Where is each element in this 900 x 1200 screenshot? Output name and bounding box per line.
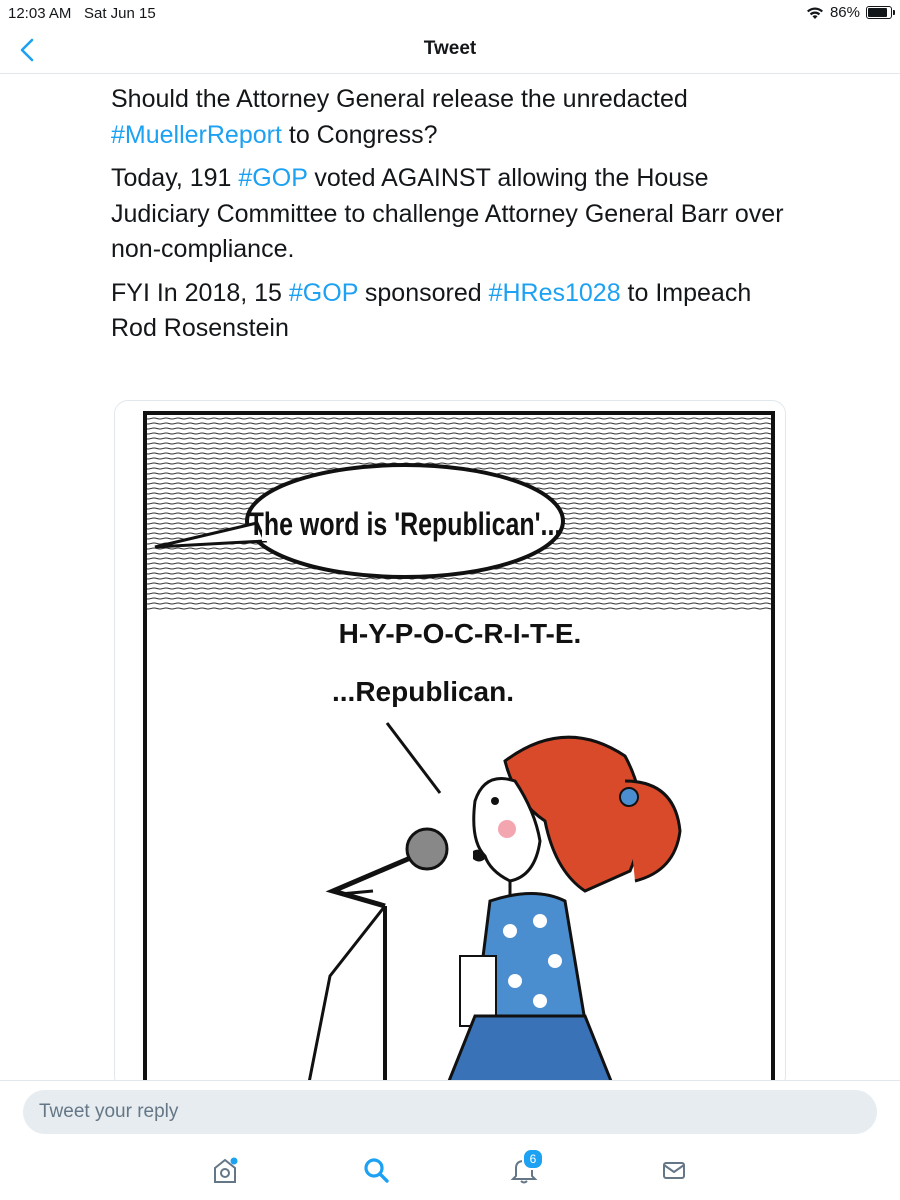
tweet-text-span: FYI In 2018, 15	[111, 278, 289, 307]
hashtag-link[interactable]: #MuellerReport	[111, 121, 282, 149]
reply-placeholder: Tweet your reply	[39, 1101, 179, 1122]
speech-bubble-text: The word is 'Republican'...	[249, 507, 562, 543]
tweet-text-span: Should the Attorney General release the …	[111, 85, 688, 113]
status-date: Sat Jun 15	[84, 5, 156, 22]
tweet-text-span: Today, 191	[111, 164, 239, 192]
battery-percent: 86%	[829, 4, 860, 21]
search-icon[interactable]	[360, 1154, 392, 1186]
tweet-image[interactable]: The word is 'Republican'... H-Y-P-O-C-R-…	[114, 400, 786, 1090]
tweet-text-span: to Congress?	[281, 120, 438, 149]
battery-icon	[866, 6, 895, 19]
battery-fill	[868, 8, 887, 17]
tweet-paragraph: Should the Attorney General release the …	[111, 82, 791, 153]
notifications-badge: 6	[522, 1148, 544, 1170]
status-bar: 12:03 AM Sat Jun 15 86%	[0, 0, 900, 26]
page-title: Tweet	[423, 38, 477, 59]
wifi-icon	[806, 7, 823, 19]
tweet-text-span: sponsored	[357, 278, 489, 307]
status-right: 86%	[806, 4, 895, 21]
tweet-paragraph: Today, 191 #GOP voted AGAINST allowing t…	[111, 161, 791, 268]
tab-bar: 6	[0, 1140, 900, 1200]
tweet-text: Should the Attorney General release the …	[111, 82, 791, 355]
reply-bar: Tweet your reply	[0, 1080, 900, 1140]
nav-bar: Tweet	[0, 26, 900, 74]
cartoon-line-1: H-Y-P-O-C-R-I-T-E.	[339, 618, 582, 649]
messages-icon[interactable]	[658, 1154, 690, 1186]
hashtag-link[interactable]: #HRes1028	[489, 279, 621, 307]
hashtag-link[interactable]: #GOP	[238, 164, 307, 192]
reply-input[interactable]: Tweet your reply	[23, 1090, 877, 1134]
hashtag-link[interactable]: #GOP	[289, 279, 358, 307]
cartoon-line-2: ...Republican.	[332, 676, 514, 707]
status-time: 12:03 AM	[8, 5, 72, 22]
cartoon-illustration: The word is 'Republican'... H-Y-P-O-C-R-…	[143, 411, 775, 1089]
notifications-tab[interactable]: 6	[508, 1148, 544, 1186]
home-icon[interactable]	[209, 1154, 241, 1186]
tweet-paragraph: FYI In 2018, 15 #GOP sponsored #HRes1028…	[111, 276, 791, 347]
